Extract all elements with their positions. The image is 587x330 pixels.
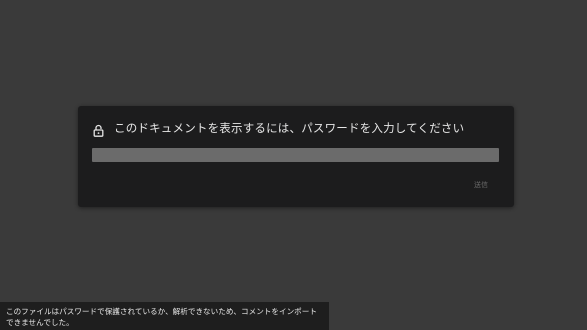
dialog-header: このドキュメントを表示するには、パスワードを入力してください [93,120,465,137]
password-dialog: このドキュメントを表示するには、パスワードを入力してください 送信 [78,106,514,207]
dialog-title: このドキュメントを表示するには、パスワードを入力してください [114,121,465,135]
password-input[interactable] [92,148,499,162]
error-toast: このファイルはパスワードで保護されているか、解析できないため、コメントをインポー… [0,302,329,330]
submit-button[interactable]: 送信 [474,180,488,190]
viewer-background: このドキュメントを表示するには、パスワードを入力してください 送信 このファイル… [0,0,587,330]
lock-icon [93,122,104,137]
toast-message: このファイルはパスワードで保護されているか、解析できないため、コメントをインポー… [6,307,317,327]
